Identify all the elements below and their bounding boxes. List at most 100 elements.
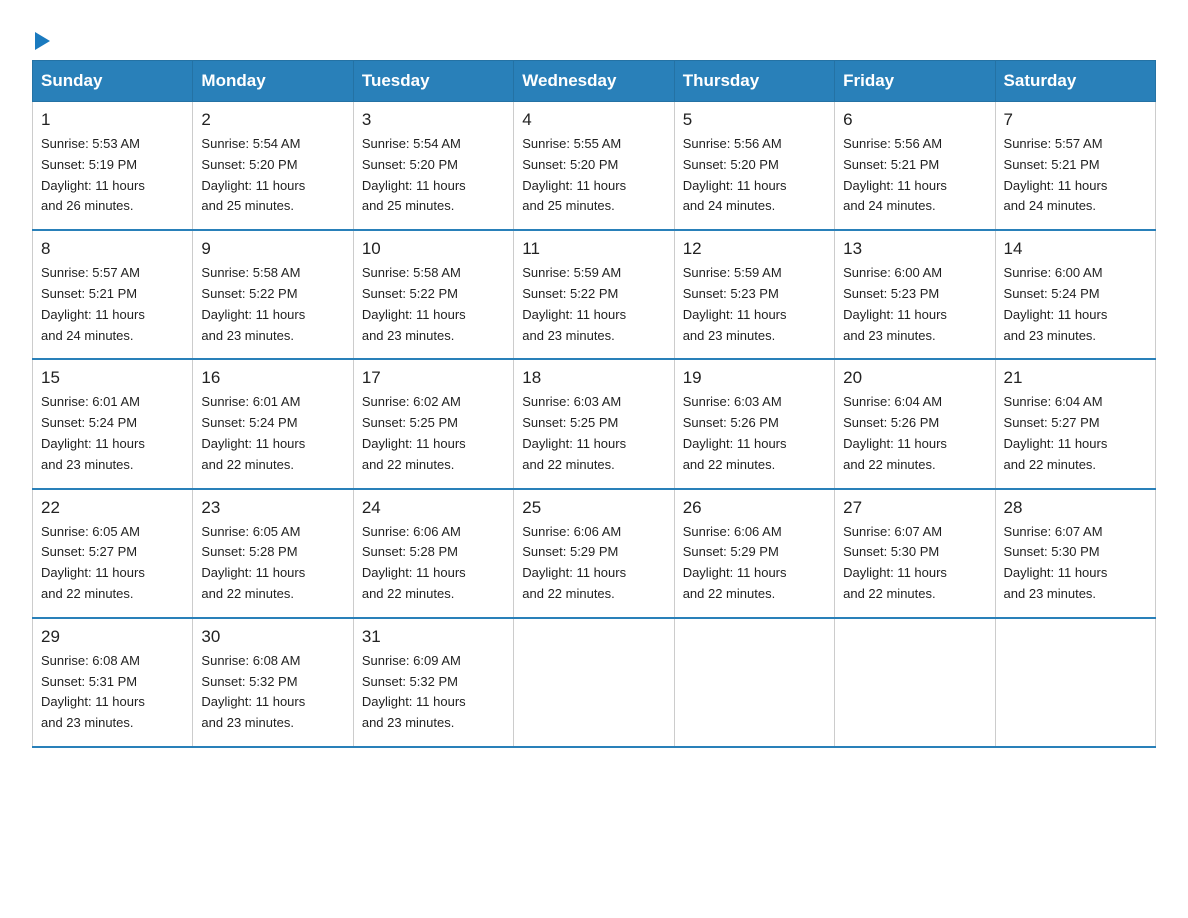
calendar-week-row: 22 Sunrise: 6:05 AM Sunset: 5:27 PM Dayl… [33, 489, 1156, 618]
weekday-header-wednesday: Wednesday [514, 61, 674, 102]
day-info: Sunrise: 6:00 AM Sunset: 5:24 PM Dayligh… [1004, 263, 1147, 346]
day-number: 27 [843, 498, 986, 518]
day-number: 13 [843, 239, 986, 259]
day-info: Sunrise: 5:54 AM Sunset: 5:20 PM Dayligh… [201, 134, 344, 217]
day-info: Sunrise: 6:06 AM Sunset: 5:29 PM Dayligh… [522, 522, 665, 605]
weekday-header-thursday: Thursday [674, 61, 834, 102]
weekday-header-friday: Friday [835, 61, 995, 102]
day-number: 6 [843, 110, 986, 130]
calendar-day-cell: 15 Sunrise: 6:01 AM Sunset: 5:24 PM Dayl… [33, 359, 193, 488]
day-info: Sunrise: 6:08 AM Sunset: 5:31 PM Dayligh… [41, 651, 184, 734]
calendar-day-cell [995, 618, 1155, 747]
calendar-day-cell: 3 Sunrise: 5:54 AM Sunset: 5:20 PM Dayli… [353, 102, 513, 231]
day-info: Sunrise: 5:57 AM Sunset: 5:21 PM Dayligh… [1004, 134, 1147, 217]
day-number: 9 [201, 239, 344, 259]
calendar-day-cell: 11 Sunrise: 5:59 AM Sunset: 5:22 PM Dayl… [514, 230, 674, 359]
calendar-day-cell: 24 Sunrise: 6:06 AM Sunset: 5:28 PM Dayl… [353, 489, 513, 618]
calendar-week-row: 1 Sunrise: 5:53 AM Sunset: 5:19 PM Dayli… [33, 102, 1156, 231]
day-info: Sunrise: 6:06 AM Sunset: 5:29 PM Dayligh… [683, 522, 826, 605]
day-number: 25 [522, 498, 665, 518]
calendar-day-cell: 14 Sunrise: 6:00 AM Sunset: 5:24 PM Dayl… [995, 230, 1155, 359]
day-number: 16 [201, 368, 344, 388]
day-info: Sunrise: 6:08 AM Sunset: 5:32 PM Dayligh… [201, 651, 344, 734]
day-number: 14 [1004, 239, 1147, 259]
page-header [32, 24, 1156, 52]
day-info: Sunrise: 6:05 AM Sunset: 5:27 PM Dayligh… [41, 522, 184, 605]
day-info: Sunrise: 5:59 AM Sunset: 5:23 PM Dayligh… [683, 263, 826, 346]
day-info: Sunrise: 6:03 AM Sunset: 5:25 PM Dayligh… [522, 392, 665, 475]
calendar-day-cell: 9 Sunrise: 5:58 AM Sunset: 5:22 PM Dayli… [193, 230, 353, 359]
calendar-day-cell: 22 Sunrise: 6:05 AM Sunset: 5:27 PM Dayl… [33, 489, 193, 618]
day-info: Sunrise: 6:03 AM Sunset: 5:26 PM Dayligh… [683, 392, 826, 475]
calendar-day-cell [835, 618, 995, 747]
calendar-week-row: 29 Sunrise: 6:08 AM Sunset: 5:31 PM Dayl… [33, 618, 1156, 747]
day-number: 8 [41, 239, 184, 259]
calendar-day-cell: 25 Sunrise: 6:06 AM Sunset: 5:29 PM Dayl… [514, 489, 674, 618]
day-info: Sunrise: 6:00 AM Sunset: 5:23 PM Dayligh… [843, 263, 986, 346]
calendar-day-cell: 7 Sunrise: 5:57 AM Sunset: 5:21 PM Dayli… [995, 102, 1155, 231]
day-info: Sunrise: 5:57 AM Sunset: 5:21 PM Dayligh… [41, 263, 184, 346]
day-number: 26 [683, 498, 826, 518]
calendar-day-cell: 12 Sunrise: 5:59 AM Sunset: 5:23 PM Dayl… [674, 230, 834, 359]
logo [32, 32, 50, 52]
day-info: Sunrise: 6:05 AM Sunset: 5:28 PM Dayligh… [201, 522, 344, 605]
calendar-day-cell: 1 Sunrise: 5:53 AM Sunset: 5:19 PM Dayli… [33, 102, 193, 231]
day-number: 28 [1004, 498, 1147, 518]
day-number: 29 [41, 627, 184, 647]
day-info: Sunrise: 5:56 AM Sunset: 5:20 PM Dayligh… [683, 134, 826, 217]
day-number: 24 [362, 498, 505, 518]
calendar-week-row: 15 Sunrise: 6:01 AM Sunset: 5:24 PM Dayl… [33, 359, 1156, 488]
day-number: 30 [201, 627, 344, 647]
calendar-week-row: 8 Sunrise: 5:57 AM Sunset: 5:21 PM Dayli… [33, 230, 1156, 359]
weekday-header-tuesday: Tuesday [353, 61, 513, 102]
day-number: 20 [843, 368, 986, 388]
day-number: 7 [1004, 110, 1147, 130]
weekday-header-saturday: Saturday [995, 61, 1155, 102]
calendar-day-cell: 18 Sunrise: 6:03 AM Sunset: 5:25 PM Dayl… [514, 359, 674, 488]
weekday-header-monday: Monday [193, 61, 353, 102]
calendar-day-cell: 2 Sunrise: 5:54 AM Sunset: 5:20 PM Dayli… [193, 102, 353, 231]
calendar-day-cell: 4 Sunrise: 5:55 AM Sunset: 5:20 PM Dayli… [514, 102, 674, 231]
day-info: Sunrise: 6:07 AM Sunset: 5:30 PM Dayligh… [843, 522, 986, 605]
day-number: 21 [1004, 368, 1147, 388]
calendar-day-cell: 31 Sunrise: 6:09 AM Sunset: 5:32 PM Dayl… [353, 618, 513, 747]
day-info: Sunrise: 5:58 AM Sunset: 5:22 PM Dayligh… [201, 263, 344, 346]
day-number: 31 [362, 627, 505, 647]
calendar-day-cell: 17 Sunrise: 6:02 AM Sunset: 5:25 PM Dayl… [353, 359, 513, 488]
day-number: 19 [683, 368, 826, 388]
day-number: 4 [522, 110, 665, 130]
calendar-day-cell: 29 Sunrise: 6:08 AM Sunset: 5:31 PM Dayl… [33, 618, 193, 747]
day-info: Sunrise: 6:04 AM Sunset: 5:26 PM Dayligh… [843, 392, 986, 475]
calendar-day-cell: 8 Sunrise: 5:57 AM Sunset: 5:21 PM Dayli… [33, 230, 193, 359]
calendar-day-cell [514, 618, 674, 747]
day-info: Sunrise: 5:55 AM Sunset: 5:20 PM Dayligh… [522, 134, 665, 217]
weekday-header-sunday: Sunday [33, 61, 193, 102]
calendar-day-cell: 27 Sunrise: 6:07 AM Sunset: 5:30 PM Dayl… [835, 489, 995, 618]
day-number: 2 [201, 110, 344, 130]
calendar-day-cell: 6 Sunrise: 5:56 AM Sunset: 5:21 PM Dayli… [835, 102, 995, 231]
day-number: 1 [41, 110, 184, 130]
calendar-day-cell: 10 Sunrise: 5:58 AM Sunset: 5:22 PM Dayl… [353, 230, 513, 359]
day-number: 17 [362, 368, 505, 388]
calendar-day-cell: 28 Sunrise: 6:07 AM Sunset: 5:30 PM Dayl… [995, 489, 1155, 618]
day-number: 5 [683, 110, 826, 130]
calendar-day-cell: 19 Sunrise: 6:03 AM Sunset: 5:26 PM Dayl… [674, 359, 834, 488]
day-info: Sunrise: 6:02 AM Sunset: 5:25 PM Dayligh… [362, 392, 505, 475]
day-info: Sunrise: 6:07 AM Sunset: 5:30 PM Dayligh… [1004, 522, 1147, 605]
day-info: Sunrise: 6:06 AM Sunset: 5:28 PM Dayligh… [362, 522, 505, 605]
day-info: Sunrise: 5:54 AM Sunset: 5:20 PM Dayligh… [362, 134, 505, 217]
day-number: 11 [522, 239, 665, 259]
calendar-day-cell: 26 Sunrise: 6:06 AM Sunset: 5:29 PM Dayl… [674, 489, 834, 618]
day-number: 18 [522, 368, 665, 388]
calendar-day-cell: 30 Sunrise: 6:08 AM Sunset: 5:32 PM Dayl… [193, 618, 353, 747]
day-number: 15 [41, 368, 184, 388]
day-info: Sunrise: 5:53 AM Sunset: 5:19 PM Dayligh… [41, 134, 184, 217]
day-number: 23 [201, 498, 344, 518]
day-number: 22 [41, 498, 184, 518]
logo-arrow-icon [35, 32, 50, 50]
weekday-header-row: SundayMondayTuesdayWednesdayThursdayFrid… [33, 61, 1156, 102]
day-info: Sunrise: 5:59 AM Sunset: 5:22 PM Dayligh… [522, 263, 665, 346]
calendar-day-cell: 23 Sunrise: 6:05 AM Sunset: 5:28 PM Dayl… [193, 489, 353, 618]
calendar-table: SundayMondayTuesdayWednesdayThursdayFrid… [32, 60, 1156, 748]
day-info: Sunrise: 6:09 AM Sunset: 5:32 PM Dayligh… [362, 651, 505, 734]
